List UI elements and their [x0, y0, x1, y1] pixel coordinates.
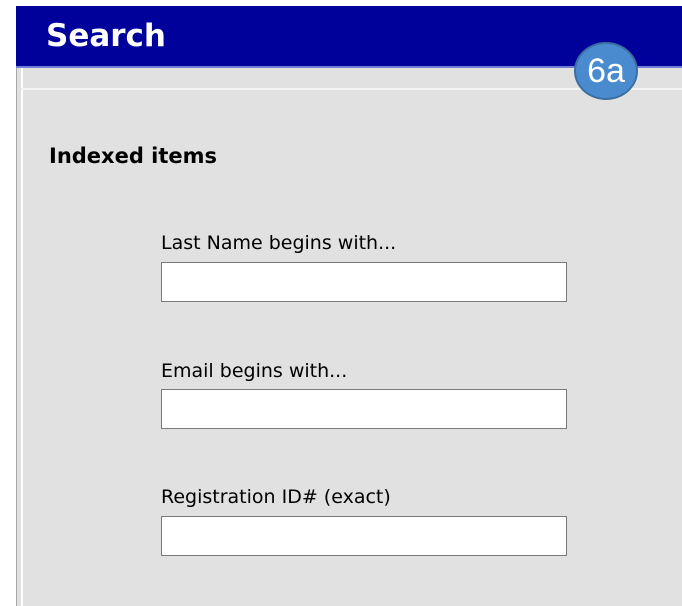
section-title: Indexed items — [49, 144, 218, 168]
registration-id-input[interactable] — [161, 516, 567, 556]
panel-left-highlight — [21, 68, 23, 606]
email-input[interactable] — [161, 389, 567, 429]
search-panel: Indexed items Last Name begins with... E… — [16, 68, 682, 606]
email-label: Email begins with... — [161, 360, 348, 382]
registration-id-label: Registration ID# (exact) — [161, 486, 391, 508]
last-name-input[interactable] — [161, 262, 567, 302]
last-name-label: Last Name begins with... — [161, 232, 397, 254]
header-title: Search — [46, 18, 167, 54]
step-badge: 6a — [574, 42, 638, 100]
